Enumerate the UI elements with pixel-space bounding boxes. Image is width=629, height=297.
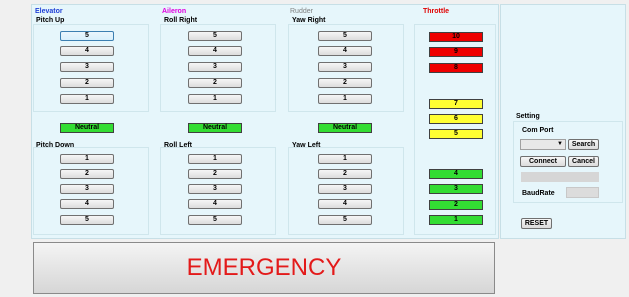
pitch-down-5-button[interactable]: 5 (60, 215, 114, 225)
pitch-down-4-button[interactable]: 4 (60, 199, 114, 209)
yaw-left-1-button[interactable]: 1 (318, 154, 372, 164)
roll-right-5-button[interactable]: 5 (188, 31, 242, 41)
throttle-1-button[interactable]: 1 (429, 215, 483, 225)
pitch-up-3-button[interactable]: 3 (60, 62, 114, 72)
yaw-right-4-button[interactable]: 4 (318, 46, 372, 56)
throttle-6-button[interactable]: 6 (429, 114, 483, 124)
throttle-4-button[interactable]: 4 (429, 169, 483, 179)
pitch-down-2-button[interactable]: 2 (60, 169, 114, 179)
yaw-right-5-button[interactable]: 5 (318, 31, 372, 41)
roll-left-4-button[interactable]: 4 (188, 199, 242, 209)
com-port-label: Com Port (522, 127, 554, 134)
baudrate-label: BaudRate (522, 190, 555, 197)
reset-button[interactable]: RESET (521, 218, 552, 229)
roll-right-label: Roll Right (164, 17, 198, 24)
elevator-neutral-button[interactable]: Neutral (60, 123, 114, 133)
roll-right-1-button[interactable]: 1 (188, 94, 242, 104)
throttle-10-button[interactable]: 10 (429, 32, 483, 42)
throttle-2-button[interactable]: 2 (429, 200, 483, 210)
elevator-title: Elevator (35, 8, 63, 15)
pitch-down-3-button[interactable]: 3 (60, 184, 114, 194)
chevron-down-icon: ▼ (557, 141, 563, 147)
cancel-button[interactable]: Cancel (568, 156, 599, 167)
yaw-left-label: Yaw Left (292, 142, 321, 149)
yaw-right-label: Yaw Right (292, 17, 326, 24)
roll-right-2-button[interactable]: 2 (188, 78, 242, 88)
throttle-5-button[interactable]: 5 (429, 129, 483, 139)
rudder-neutral-button[interactable]: Neutral (318, 123, 372, 133)
com-port-select[interactable]: ▼ (520, 139, 566, 150)
roll-left-1-button[interactable]: 1 (188, 154, 242, 164)
yaw-right-2-button[interactable]: 2 (318, 78, 372, 88)
pitch-up-5-button[interactable]: 5 (60, 31, 114, 41)
roll-right-3-button[interactable]: 3 (188, 62, 242, 72)
pitch-up-1-button[interactable]: 1 (60, 94, 114, 104)
throttle-7-button[interactable]: 7 (429, 99, 483, 109)
throttle-title: Throttle (423, 8, 450, 15)
status-field (521, 172, 599, 182)
yaw-right-3-button[interactable]: 3 (318, 62, 372, 72)
yaw-left-3-button[interactable]: 3 (318, 184, 372, 194)
roll-left-2-button[interactable]: 2 (188, 169, 242, 179)
roll-right-4-button[interactable]: 4 (188, 46, 242, 56)
pitch-up-2-button[interactable]: 2 (60, 78, 114, 88)
setting-title: Setting (516, 113, 540, 120)
search-button[interactable]: Search (568, 139, 599, 150)
yaw-left-5-button[interactable]: 5 (318, 215, 372, 225)
throttle-3-button[interactable]: 3 (429, 184, 483, 194)
roll-left-label: Roll Left (164, 142, 192, 149)
aileron-title: Aileron (162, 8, 187, 15)
pitch-up-4-button[interactable]: 4 (60, 46, 114, 56)
yaw-left-4-button[interactable]: 4 (318, 199, 372, 209)
rudder-title: Rudder (290, 8, 313, 15)
pitch-down-1-button[interactable]: 1 (60, 154, 114, 164)
yaw-right-1-button[interactable]: 1 (318, 94, 372, 104)
roll-left-3-button[interactable]: 3 (188, 184, 242, 194)
yaw-left-2-button[interactable]: 2 (318, 169, 372, 179)
throttle-8-button[interactable]: 8 (429, 63, 483, 73)
throttle-9-button[interactable]: 9 (429, 47, 483, 57)
pitch-up-label: Pitch Up (36, 17, 65, 24)
connect-button[interactable]: Connect (520, 156, 566, 167)
aileron-neutral-button[interactable]: Neutral (188, 123, 242, 133)
pitch-down-label: Pitch Down (36, 142, 75, 149)
roll-left-5-button[interactable]: 5 (188, 215, 242, 225)
baudrate-input[interactable] (566, 187, 599, 198)
emergency-button[interactable]: EMERGENCY (33, 242, 495, 294)
